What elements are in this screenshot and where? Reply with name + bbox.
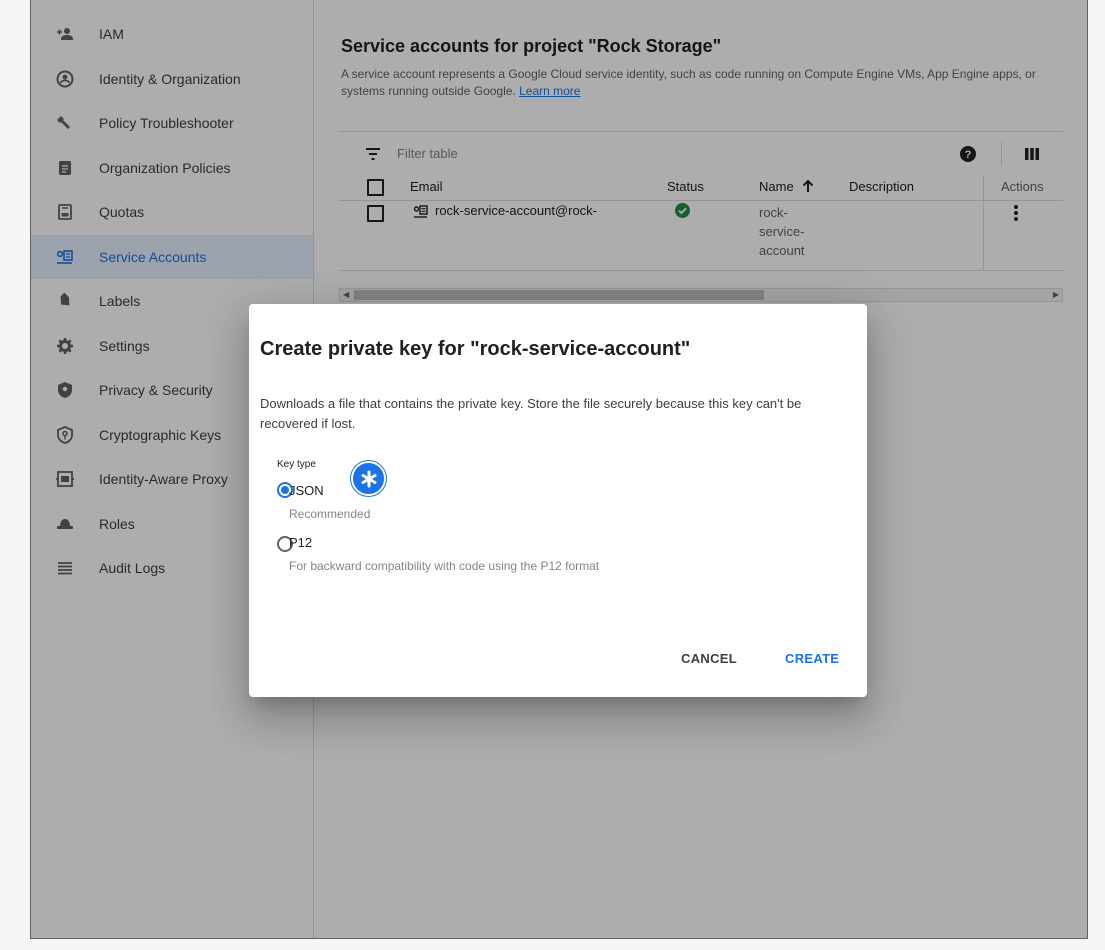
dialog-description: Downloads a file that contains the priva…: [260, 396, 802, 431]
dialog-title: Create private key for "rock-service-acc…: [260, 338, 691, 360]
json-radio-label[interactable]: JSON: [289, 483, 324, 498]
p12-radio-hint: For backward compatibility with code usi…: [289, 559, 600, 573]
key-type-label: Key type: [277, 459, 316, 470]
json-radio-hint: Recommended: [289, 507, 371, 521]
cancel-button[interactable]: CANCEL: [681, 651, 737, 666]
asterisk-badge-icon: [351, 461, 386, 496]
create-button[interactable]: CREATE: [785, 651, 839, 666]
create-key-dialog: Create private key for "rock-service-acc…: [249, 304, 867, 697]
p12-radio-label[interactable]: P12: [289, 535, 312, 550]
